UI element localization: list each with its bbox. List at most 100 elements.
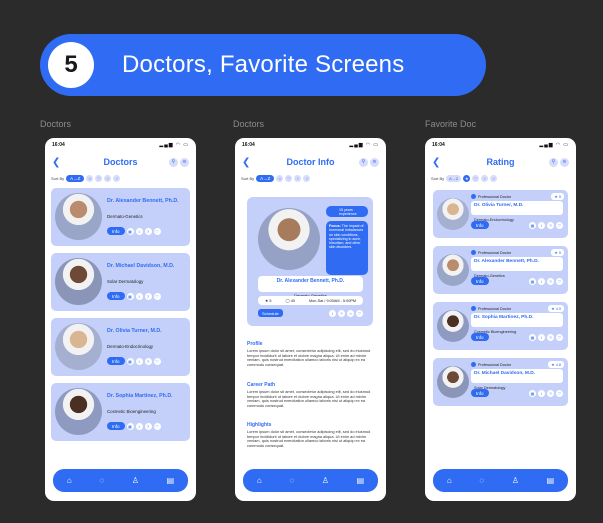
heart-icon[interactable]: ♡ [153, 227, 161, 235]
female-filter-icon[interactable]: ♀ [294, 174, 302, 182]
calendar-icon[interactable]: ▤ [167, 476, 175, 485]
heart-filter-icon[interactable]: ♡ [472, 174, 480, 182]
doctor-card[interactable]: Dr. Sophia Martinez, Ph.D. Cosmetic Bioe… [51, 383, 190, 441]
chat-icon[interactable]: ◌ [289, 476, 294, 485]
doctor-card[interactable]: Dr. Michael Davidson, M.D. Solar Dermato… [51, 253, 190, 311]
info-button[interactable]: Info [471, 333, 489, 341]
badge-icon [471, 306, 476, 311]
heart-icon[interactable]: ♡ [153, 357, 161, 365]
rating-card[interactable]: Professional Doctor ★ 5 Dr. Olivia Turne… [433, 190, 568, 238]
calendar-icon[interactable]: ▤ [547, 476, 555, 485]
doctor-specialty: Cosmetic Bioengineering [107, 409, 156, 414]
page-title: Doctor Info [286, 157, 335, 167]
help-icon[interactable]: ? [144, 292, 152, 300]
doctor-name: Dr. Olivia Turner, M.D. [107, 328, 162, 334]
rating-card[interactable]: Professional Doctor ★ 5 Dr. Alexander Be… [433, 246, 568, 294]
male-filter-icon[interactable]: ♂ [113, 174, 121, 182]
info-button[interactable]: Info [471, 389, 489, 397]
career-section: Career Path Lorem ipsum dolor sit amet, … [247, 382, 373, 409]
chat-icon[interactable]: ◌ [99, 476, 104, 485]
doctor-card[interactable]: Dr. Alexander Bennett, Ph.D. Dermato-Gen… [51, 188, 190, 246]
calendar-icon[interactable]: ▦ [126, 357, 134, 365]
star-filter-icon[interactable]: ☆ [276, 174, 284, 182]
info-icon[interactable]: i [135, 422, 143, 430]
user-icon[interactable]: ♙ [512, 476, 519, 485]
home-icon[interactable]: ⌂ [447, 476, 452, 485]
app-bar: ❮ Doctor Info ⚲ ≋ [235, 152, 386, 172]
rating-value: ★ 5 [264, 299, 272, 303]
calendar-icon[interactable]: ▦ [529, 277, 536, 285]
star-filter-icon[interactable]: ☆ [86, 174, 94, 182]
heart-icon[interactable]: ♡ [556, 277, 563, 285]
female-filter-icon[interactable]: ♀ [104, 174, 112, 182]
calendar-icon[interactable]: ▦ [529, 333, 536, 341]
help-icon[interactable]: ? [144, 227, 152, 235]
male-filter-icon[interactable]: ♂ [303, 174, 311, 182]
rating-badge: ★ 4.9 [548, 305, 564, 312]
heart-icon[interactable]: ♡ [153, 292, 161, 300]
info-icon[interactable]: i [538, 389, 545, 397]
heart-icon[interactable]: ♡ [556, 333, 563, 341]
home-icon[interactable]: ⌂ [67, 476, 72, 485]
info-button[interactable]: Info [107, 227, 125, 235]
phone-doctor-info: 16:04 ▂▄▆ ◠ ▭ ❮ Doctor Info ⚲ ≋ Sort By … [235, 138, 386, 501]
caption-doctors-1: Doctors [40, 119, 72, 129]
calendar-icon[interactable]: ▤ [357, 476, 365, 485]
info-icon[interactable]: i [135, 227, 143, 235]
star-filter-icon[interactable]: ★ [463, 174, 471, 182]
section-text: Lorem ipsum dolor sit amet, consectetur … [247, 389, 371, 409]
heart-filter-icon[interactable]: ♡ [95, 174, 103, 182]
chat-icon[interactable]: ◌ [479, 476, 484, 485]
help-icon[interactable]: ? [144, 357, 152, 365]
doctor-name: Dr. Olivia Turner, M.D. [474, 203, 524, 208]
sort-label: Sort By [431, 175, 445, 181]
info-button[interactable]: Info [107, 357, 125, 365]
info-icon[interactable]: i [135, 357, 143, 365]
calendar-icon[interactable]: ▦ [529, 389, 536, 397]
avatar [55, 258, 102, 305]
info-button[interactable]: Info [471, 221, 489, 229]
sort-az-button[interactable]: A→Z [66, 174, 85, 182]
info-button[interactable]: Info [107, 422, 125, 430]
calendar-icon[interactable]: ▦ [126, 422, 134, 430]
heart-icon[interactable]: ♡ [556, 221, 563, 229]
avatar [437, 254, 469, 286]
help-icon[interactable]: ? [547, 277, 554, 285]
doctor-name: Dr. Alexander Bennett, Ph.D. [276, 278, 345, 284]
info-icon[interactable]: i [538, 333, 545, 341]
info-button[interactable]: Info [471, 277, 489, 285]
heart-icon[interactable]: ♡ [356, 309, 363, 317]
rating-badge: ★ 5 [551, 249, 564, 256]
doctor-stats: ★ 5 ◯ 40 Mon-Sat / 9:00AM - 5:00PM [258, 296, 363, 305]
info-icon[interactable]: i [135, 292, 143, 300]
info-button[interactable]: Info [107, 292, 125, 300]
home-icon[interactable]: ⌂ [257, 476, 262, 485]
heart-icon[interactable]: ♡ [153, 422, 161, 430]
help-icon[interactable]: ? [547, 389, 554, 397]
doctor-name: Dr. Sophia Martinez, Ph.D. [474, 315, 534, 320]
calendar-icon[interactable]: ▦ [126, 292, 134, 300]
user-icon[interactable]: ♙ [132, 476, 139, 485]
male-filter-icon[interactable]: ♂ [490, 174, 498, 182]
avatar [437, 198, 469, 230]
sort-az-button[interactable]: A→Z [446, 174, 462, 182]
info-icon[interactable]: i [538, 277, 545, 285]
sort-az-button[interactable]: A→Z [256, 174, 275, 182]
star-icon[interactable]: ☆ [347, 309, 354, 317]
help-icon[interactable]: ? [547, 333, 554, 341]
info-icon[interactable]: i [538, 221, 545, 229]
heart-filter-icon[interactable]: ♡ [285, 174, 293, 182]
female-filter-icon[interactable]: ♀ [481, 174, 489, 182]
rating-card[interactable]: Professional Doctor ★ 4.9 Dr. Sophia Mar… [433, 302, 568, 350]
doctor-card[interactable]: Dr. Olivia Turner, M.D. Dermato-Endocrin… [51, 318, 190, 376]
help-icon[interactable]: ? [547, 221, 554, 229]
info-icon[interactable]: i [329, 309, 336, 317]
help-icon[interactable]: ? [144, 422, 152, 430]
heart-icon[interactable]: ♡ [556, 389, 563, 397]
calendar-icon[interactable]: ▦ [529, 221, 536, 229]
user-icon[interactable]: ♙ [322, 476, 329, 485]
calendar-icon[interactable]: ▦ [126, 227, 134, 235]
rating-card[interactable]: Professional Doctor ★ 4.8 Dr. Michael Da… [433, 358, 568, 406]
help-icon[interactable]: ? [338, 309, 345, 317]
schedule-button[interactable]: Schedule [258, 309, 283, 317]
